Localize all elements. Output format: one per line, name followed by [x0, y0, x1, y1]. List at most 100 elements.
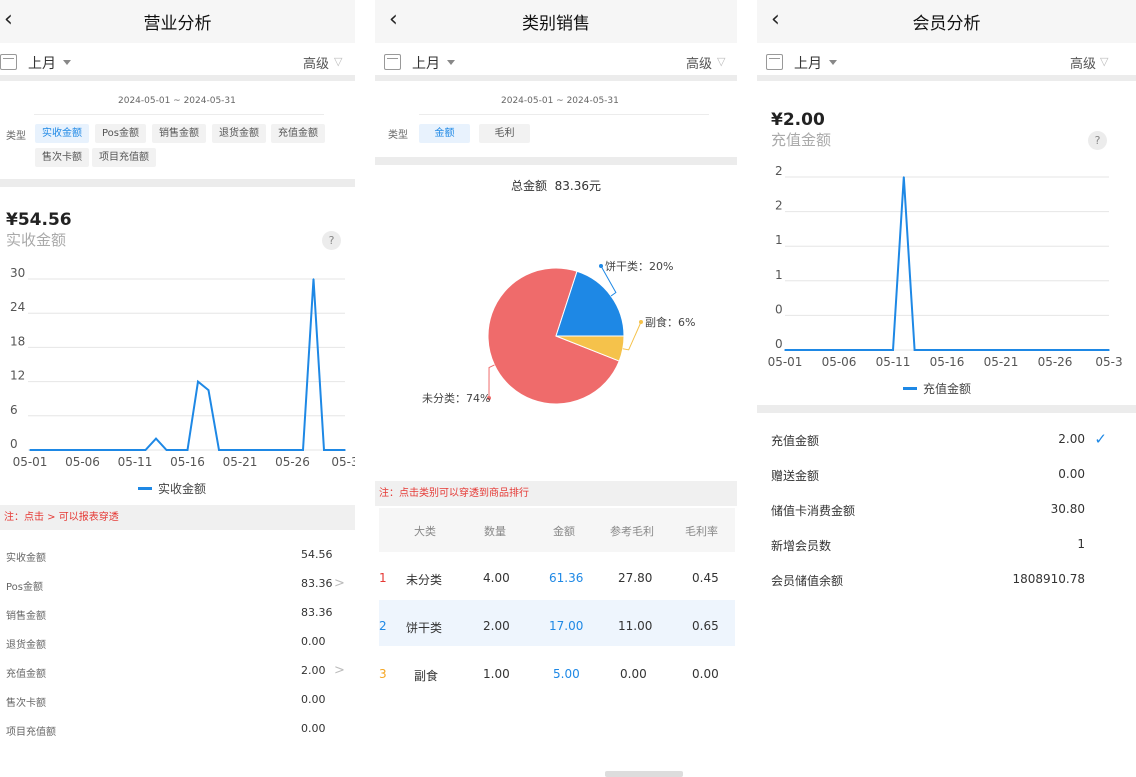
x-tick-label: 05-01 [13, 455, 48, 469]
y-tick-label: 18 [10, 334, 25, 348]
filter-icon[interactable]: ▽ [334, 55, 346, 68]
data-point [270, 449, 273, 451]
section-divider [0, 179, 355, 187]
category-name[interactable]: 副食 [414, 667, 438, 684]
filter-icon[interactable]: ▽ [1100, 55, 1112, 68]
data-point [978, 349, 981, 351]
amount-cell[interactable]: 61.36 [549, 571, 583, 585]
chip-recharge[interactable]: 充值金额 [271, 124, 325, 143]
data-point [989, 349, 991, 351]
member-row-label: 新增会员数 [771, 539, 832, 553]
total-amount: 总金额 83.36元 [510, 179, 601, 193]
data-point [805, 349, 808, 351]
legend-label: 充值金额 [923, 381, 971, 396]
member-row-label: 会员储值余额 [771, 574, 844, 588]
row-label: 充值金额 [6, 669, 46, 680]
chip-received[interactable]: 实收金额 [35, 124, 89, 143]
chevron-left-icon[interactable]: ‹ [389, 9, 398, 31]
y-tick-label: 0 [775, 302, 783, 316]
x-tick-label: 05-3 [1095, 355, 1122, 369]
data-point [849, 349, 851, 351]
caret-down-icon[interactable] [829, 60, 837, 65]
chip-project-recharge[interactable]: 项目充值额 [92, 148, 156, 167]
row-label: 销售金额 [6, 611, 46, 622]
chevron-left-icon[interactable]: ‹ [4, 9, 13, 31]
profit-cell: 11.00 [618, 619, 653, 633]
profit-cell: 0.00 [620, 667, 647, 681]
caret-down-icon[interactable] [63, 60, 71, 65]
y-tick-label: 0 [10, 437, 18, 451]
filter-icon[interactable]: ▽ [717, 55, 729, 68]
question-icon[interactable]: ? [322, 231, 341, 250]
chip-card-sales[interactable]: 售次卡额 [35, 148, 89, 167]
data-point [260, 449, 262, 451]
data-point [924, 349, 927, 351]
amount-value: ¥54.56 [6, 210, 72, 230]
amount-cell[interactable]: 17.00 [549, 619, 583, 633]
chip-sales[interactable]: 销售金额 [152, 124, 206, 143]
question-icon[interactable]: ? [1088, 131, 1107, 150]
x-tick-label: 05-21 [223, 455, 258, 469]
type-label: 类型 [388, 130, 408, 141]
amount-cell[interactable]: 5.00 [553, 667, 580, 681]
y-tick-label: 30 [10, 266, 25, 280]
chip-pos[interactable]: Pos金额 [95, 124, 147, 143]
data-point [92, 449, 94, 451]
chevron-left-icon[interactable]: ‹ [771, 9, 780, 31]
data-point [1075, 349, 1078, 351]
data-point [1011, 349, 1013, 351]
data-point [218, 449, 220, 451]
line-chart-received: 0 6 12 18 24 30 05-01 05-06 05-11 05-16 05-21 05-26… [10, 266, 355, 496]
profit-cell: 27.80 [618, 571, 653, 585]
advanced-filter-button[interactable]: 高级 [303, 53, 329, 72]
chip-returns[interactable]: 退货金额 [212, 124, 266, 143]
data-point [816, 349, 819, 351]
pie-label[interactable]: 副食：6% [645, 315, 695, 329]
advanced-filter-button[interactable]: 高级 [686, 53, 712, 72]
pie-label[interactable]: 饼干类：20% [605, 259, 673, 273]
data-point [60, 449, 63, 451]
calendar-icon[interactable] [766, 54, 783, 70]
line-chart-recharge: 0 0 1 1 2 2 05-01 05-06 05-11 05-16 05-21 05-26 05-3… [768, 165, 1123, 396]
caret-down-icon[interactable] [447, 60, 455, 65]
category-name[interactable]: 未分类 [406, 571, 442, 588]
pie-label[interactable]: 未分类：74% [422, 391, 490, 405]
divider [419, 114, 709, 115]
pie-chart-category: 未分类：74% 饼干类：20% 副食：6% [422, 259, 695, 405]
filter-bar: 上月 高级 ▽ [375, 43, 737, 81]
x-tick-label: 05-26 [1038, 355, 1073, 369]
data-point [1108, 349, 1110, 351]
page-title: 会员分析 [912, 14, 981, 34]
month-selector[interactable]: 上月 [412, 53, 440, 73]
calendar-icon[interactable] [384, 54, 401, 70]
chevron-right-icon[interactable]: > [334, 663, 345, 678]
type-label: 类型 [6, 131, 26, 142]
data-point [81, 449, 84, 451]
chevron-right-icon[interactable]: > [334, 576, 345, 591]
date-range: 2024-05-01 ~ 2024-05-31 [118, 96, 236, 106]
month-selector[interactable]: 上月 [28, 53, 56, 73]
data-point [207, 389, 210, 391]
advanced-filter-button[interactable]: 高级 [1070, 53, 1096, 72]
col-category: 大类 [414, 525, 436, 538]
data-point [881, 349, 883, 351]
month-selector[interactable]: 上月 [794, 53, 822, 73]
row-value: 83.36 [301, 606, 333, 619]
data-point [795, 349, 797, 351]
chip-profit[interactable]: 毛利 [479, 124, 530, 143]
amount-label: 实收金额 [6, 231, 67, 249]
series-line [30, 278, 345, 451]
data-point [859, 349, 862, 351]
panel-business-analysis: ‹ 营业分析 上月 高级 ▽ 2024-05-01 ~ 2024-05-31 类… [0, 0, 355, 777]
date-range: 2024-05-01 ~ 2024-05-31 [501, 96, 619, 106]
data-point [291, 449, 294, 451]
qty-cell: 4.00 [483, 571, 510, 585]
row-value: 54.56 [301, 548, 333, 561]
col-rate: 毛利率 [685, 525, 718, 538]
data-point [913, 349, 916, 351]
category-name[interactable]: 饼干类 [406, 619, 442, 636]
pie-leader-line [622, 321, 642, 351]
calendar-icon[interactable] [0, 54, 17, 70]
chip-amount[interactable]: 金额 [419, 124, 470, 143]
member-row-value: 30.80 [1050, 502, 1085, 516]
